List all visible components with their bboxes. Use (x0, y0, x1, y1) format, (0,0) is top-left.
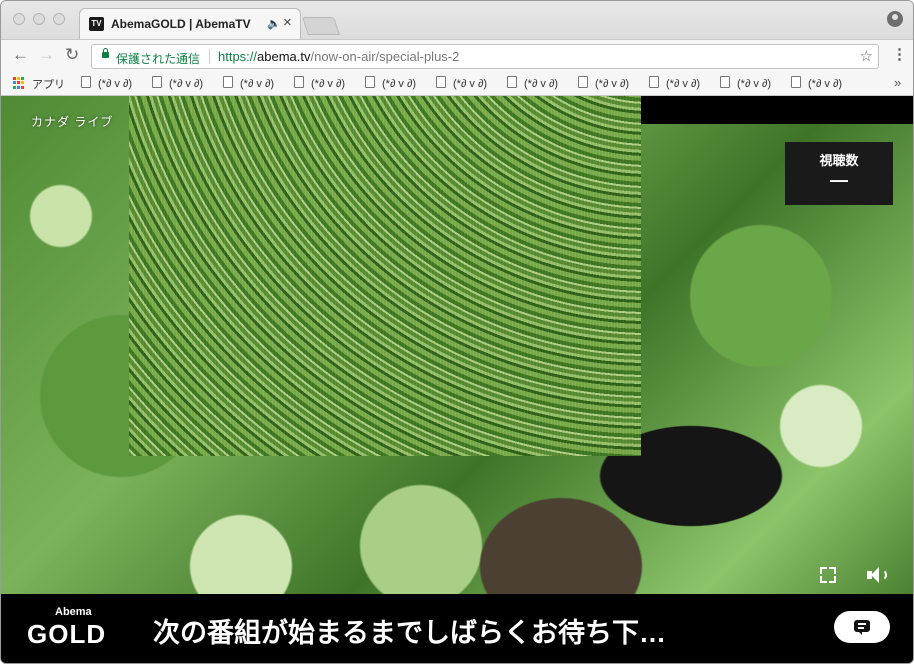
page-icon (507, 76, 517, 88)
tab-title: AbemaGOLD | AbemaTV (111, 17, 251, 31)
apps-dot (21, 77, 24, 80)
profile-icon[interactable] (887, 11, 903, 27)
page-icon (294, 76, 304, 88)
reload-icon[interactable]: ↻ (65, 45, 79, 65)
bookmark-item[interactable]: (*∂ v ∂) (436, 76, 487, 90)
browser-menu-icon[interactable]: ⋮ (892, 45, 907, 63)
fullscreen-corner (820, 567, 827, 574)
program-caption: カナダ ライブ (31, 115, 114, 129)
more-bookmarks-icon[interactable]: » (894, 75, 901, 90)
page-icon (223, 76, 233, 88)
close-tab-icon[interactable]: × (283, 14, 292, 31)
next-program-message: 次の番組が始まるまでしばらくお待ち下… (153, 618, 666, 648)
bookmark-label: (*∂ v ∂) (737, 78, 772, 90)
volume-speaker-cone (871, 567, 879, 583)
bookmark-item[interactable]: (*∂ v ∂) (649, 76, 700, 90)
logo-abema-text: Abema (55, 606, 92, 618)
apps-dot (21, 81, 24, 85)
back-arrow-icon[interactable]: ← (12, 45, 29, 65)
bookmark-item[interactable]: (*∂ v ∂) (81, 76, 132, 90)
lock-icon[interactable] (102, 48, 109, 58)
bookmark-item[interactable]: (*∂ v ∂) (507, 76, 558, 90)
volume-icon[interactable] (867, 566, 889, 584)
bookmark-item[interactable]: (*∂ v ∂) (365, 76, 416, 90)
page-icon (649, 76, 659, 88)
page-icon (152, 76, 162, 88)
page-icon (81, 76, 91, 88)
chat-icon (854, 620, 870, 635)
abematv-favicon-icon: TV (89, 17, 104, 31)
page-icon (436, 76, 446, 88)
page-icon (720, 76, 730, 88)
tab-abemagold[interactable]: TV AbemaGOLD | AbemaTV 🔈 × (79, 8, 301, 39)
bookmark-label: (*∂ v ∂) (595, 78, 630, 90)
bookmarks-bar: アプリ (*∂ v ∂) (*∂ v ∂) (*∂ v ∂) (*∂ v ∂) (*∂ … (1, 72, 913, 96)
viewer-count-label: 視聴数 (819, 153, 859, 168)
address-bar[interactable]: 保護された通信 https://abema.tv/now-on-air/spec… (91, 44, 879, 69)
volume-wave (879, 569, 887, 581)
page-icon (578, 76, 588, 88)
comment-button[interactable] (834, 611, 890, 643)
forward-arrow-icon[interactable]: → (38, 45, 55, 65)
apps-dot (17, 81, 20, 85)
bookmark-item[interactable]: (*∂ v ∂) (578, 76, 629, 90)
minimize-window-button[interactable] (33, 13, 45, 25)
close-window-button[interactable] (13, 13, 25, 25)
abema-gold-logo[interactable]: Abema GOLD (27, 606, 131, 652)
apps-dot (21, 85, 24, 89)
zoom-window-button[interactable] (53, 13, 65, 25)
apps-dot (13, 81, 16, 85)
tab-strip: TV AbemaGOLD | AbemaTV 🔈 × (1, 1, 913, 39)
video-letterbox (641, 96, 913, 124)
bookmark-label: (*∂ v ∂) (169, 78, 204, 90)
video-glitch-overlay (129, 96, 641, 456)
apps-dot (13, 77, 16, 80)
bookmark-label: (*∂ v ∂) (453, 78, 488, 90)
bookmark-label: (*∂ v ∂) (311, 78, 346, 90)
bookmark-star-icon[interactable]: ☆ (860, 47, 873, 65)
bookmark-label: (*∂ v ∂) (666, 78, 701, 90)
speaker-icon[interactable]: 🔈 (267, 17, 281, 30)
bookmark-item[interactable]: (*∂ v ∂) (791, 76, 842, 90)
apps-dot (13, 85, 16, 89)
bookmark-label: (*∂ v ∂) (98, 78, 133, 90)
apps-grid-icon[interactable] (13, 77, 25, 89)
page-icon (365, 76, 375, 88)
fullscreen-corner (820, 576, 827, 583)
video-player[interactable]: カナダ ライブ 視聴数 — (1, 96, 913, 594)
bookmark-item[interactable]: (*∂ v ∂) (152, 76, 203, 90)
page-icon (791, 76, 801, 88)
bookmark-item[interactable]: (*∂ v ∂) (294, 76, 345, 90)
address-separator (209, 49, 210, 64)
bookmark-apps[interactable]: アプリ (32, 76, 65, 92)
bookmark-label: (*∂ v ∂) (524, 78, 559, 90)
url-host: abema.tv (257, 49, 311, 64)
apps-dot (17, 85, 20, 89)
viewer-count-panel: 視聴数 — (785, 142, 893, 205)
viewer-count-value: — (830, 170, 848, 190)
fullscreen-corner (829, 567, 836, 574)
bookmark-item[interactable]: (*∂ v ∂) (223, 76, 274, 90)
chat-icon-line (858, 627, 864, 629)
browser-toolbar: ← → ↻ 保護された通信 https://abema.tv/now-on-ai… (1, 39, 913, 72)
bookmark-item[interactable]: (*∂ v ∂) (720, 76, 771, 90)
bookmark-label: (*∂ v ∂) (240, 78, 275, 90)
bookmark-label: (*∂ v ∂) (382, 78, 417, 90)
bookmark-label: (*∂ v ∂) (808, 78, 843, 90)
abema-page: カナダ ライブ 視聴数 — Abema GOLD 次の番組が始まるまでしばらくお… (1, 96, 913, 663)
fullscreen-icon[interactable] (820, 567, 836, 583)
browser-window: TV AbemaGOLD | AbemaTV 🔈 × ← → ↻ 保護された通信… (0, 0, 914, 664)
apps-dot (17, 77, 20, 80)
chat-icon-line (858, 623, 866, 625)
fullscreen-corner (829, 576, 836, 583)
secure-connection-label[interactable]: 保護された通信 (116, 50, 200, 67)
new-tab-button[interactable] (302, 17, 340, 35)
url-path: /now-on-air/special-plus-2 (310, 49, 460, 64)
program-info-bar: Abema GOLD 次の番組が始まるまでしばらくお待ち下… (1, 594, 913, 663)
url-text[interactable]: https://abema.tv/now-on-air/special-plus… (218, 49, 459, 64)
url-scheme: https:// (218, 49, 258, 64)
logo-gold-text: GOLD (27, 619, 107, 649)
